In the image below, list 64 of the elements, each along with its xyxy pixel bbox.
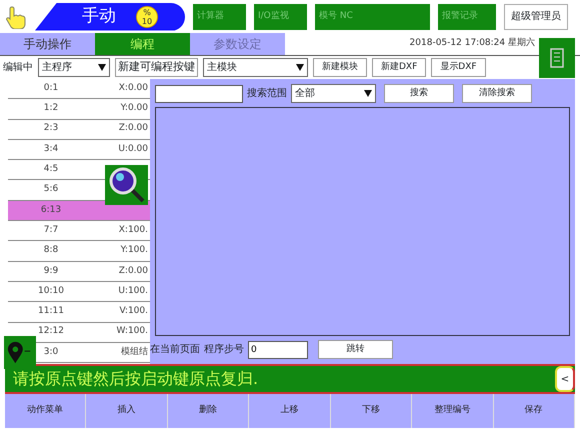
bottom-menu-button[interactable]: 下移 xyxy=(330,394,412,428)
step-number[interactable]: 11:11 xyxy=(38,306,64,316)
step-value: Y:0.00 xyxy=(120,103,148,114)
step-number[interactable]: 7:7 xyxy=(44,224,58,235)
collapse-button[interactable]: < xyxy=(555,366,575,392)
bottom-menu-button[interactable]: 保存 xyxy=(494,394,575,428)
step-number[interactable]: 6:13 xyxy=(40,204,62,215)
jump-button[interactable]: 跳转 xyxy=(318,340,393,359)
bottom-menu-button[interactable]: 插入 xyxy=(86,394,168,428)
step-value: X:100. xyxy=(118,224,148,235)
hand-pointer-icon[interactable] xyxy=(5,4,27,28)
bottom-menu-button[interactable]: 上移 xyxy=(249,394,331,428)
step-number-field[interactable]: 0 xyxy=(248,340,308,358)
step-number[interactable]: 5:6 xyxy=(44,184,58,194)
step-number[interactable]: 3:0 xyxy=(44,346,58,357)
step-number[interactable]: 9:9 xyxy=(44,266,58,276)
bottom-menu-button[interactable]: 整理编号 xyxy=(412,394,494,428)
toolbar-button[interactable]: 新建DXF xyxy=(372,58,426,77)
status-message: 请按原点键然后按启动键原点复归. xyxy=(13,368,258,390)
speed-badge: % 10 xyxy=(136,6,158,28)
dropdown-arrow-icon xyxy=(296,64,304,71)
step-number[interactable]: 4:5 xyxy=(44,164,58,174)
date-time: 2018-05-12 17:08:24 星期六 xyxy=(410,37,535,50)
mode-label: 手动 xyxy=(82,4,116,28)
module-select[interactable]: 主模块 xyxy=(203,58,308,77)
clear-search-button[interactable]: 清除搜索 xyxy=(462,84,532,103)
bottom-menu-button[interactable]: 删除 xyxy=(168,394,250,428)
location-pin-icon[interactable] xyxy=(4,336,36,369)
toolbar-button[interactable]: 显示DXF xyxy=(431,58,486,77)
magnifier-icon[interactable] xyxy=(105,165,148,205)
step-value: X:0.00 xyxy=(118,82,148,93)
page-label: 在当前页面 xyxy=(150,342,200,357)
user-button[interactable]: 超级管理员 xyxy=(504,4,568,30)
step-number[interactable]: 3:4 xyxy=(44,144,58,154)
step-value: Y:100. xyxy=(120,245,148,256)
new-key-button[interactable]: 新建可编程按键 xyxy=(115,58,198,77)
step-number[interactable]: 2:3 xyxy=(44,123,58,134)
step-number[interactable]: 1:2 xyxy=(44,103,58,114)
step-value: V:100. xyxy=(120,306,148,316)
program-select[interactable]: 主程序 xyxy=(38,58,110,77)
step-number[interactable]: 8:8 xyxy=(44,245,58,256)
bottom-menu-button[interactable]: 动作菜单 xyxy=(5,394,86,428)
step-value: Z:0.00 xyxy=(118,266,148,276)
editing-label: 编辑中 xyxy=(3,60,33,75)
step-value: U:100. xyxy=(118,286,148,296)
step-value: W:100. xyxy=(116,326,148,336)
toolbar-button[interactable]: 新建模块 xyxy=(313,58,367,77)
tab[interactable]: 编程 xyxy=(95,33,190,55)
dropdown-arrow-icon xyxy=(364,90,372,97)
search-range-select[interactable]: 全部 xyxy=(291,84,376,103)
search-field[interactable] xyxy=(155,84,243,102)
search-button[interactable]: 搜索 xyxy=(384,84,454,103)
sidebar-toggle-icon[interactable] xyxy=(539,38,575,78)
step-number[interactable]: 12:12 xyxy=(38,326,64,336)
step-value: Z:0.00 xyxy=(118,123,148,134)
tab[interactable]: 手动操作 xyxy=(0,33,95,55)
step-value: 模组结 xyxy=(121,346,148,357)
step-label: 程序步号 xyxy=(204,342,244,357)
tab: 参数设定 xyxy=(190,33,285,55)
search-range-label: 搜索范围 xyxy=(247,86,287,101)
step-value: U:0.00 xyxy=(118,144,148,154)
step-number[interactable]: 10:10 xyxy=(38,286,64,296)
dropdown-arrow-icon xyxy=(98,64,106,71)
step-number[interactable]: 0:1 xyxy=(44,82,58,93)
